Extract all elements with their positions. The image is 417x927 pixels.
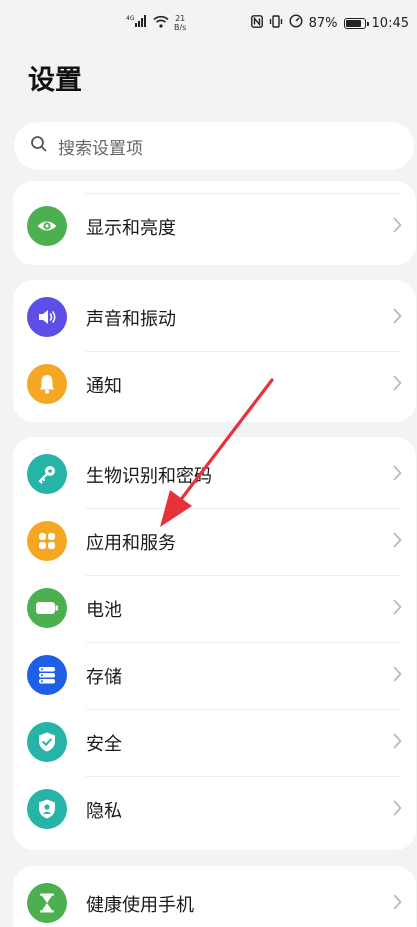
settings-screen: 4G 21 B/s 87% 10:45 设置 搜索设置项 显示和亮度 声音和振动…: [0, 0, 417, 927]
settings-item-label: 隐私: [86, 800, 122, 822]
settings-item-display-brightness[interactable]: 显示和亮度: [13, 193, 416, 260]
performance-gauge-icon: [289, 14, 303, 32]
settings-item-label: 声音和振动: [86, 308, 176, 330]
chevron-right-icon: [393, 666, 402, 686]
wifi-icon: [153, 15, 169, 32]
battery-percent: 87%: [308, 15, 338, 31]
search-icon: [30, 135, 48, 157]
battery-icon: [27, 588, 67, 628]
settings-item-sound-vibration[interactable]: 声音和振动: [13, 284, 416, 351]
settings-item-label: 安全: [86, 733, 122, 755]
status-right-group: 87% 10:45: [250, 14, 409, 32]
settings-item-biometrics-password[interactable]: 生物识别和密码: [13, 441, 416, 508]
settings-item-storage[interactable]: 存储: [13, 642, 416, 709]
settings-item-label: 通知: [86, 375, 122, 397]
settings-item-label: 健康使用手机: [86, 894, 194, 916]
chevron-right-icon: [393, 800, 402, 820]
search-input[interactable]: 搜索设置项: [14, 122, 414, 170]
speaker-icon: [27, 297, 67, 337]
settings-item-notifications[interactable]: 通知: [13, 351, 416, 418]
battery-icon: [343, 17, 369, 29]
chevron-right-icon: [393, 217, 402, 237]
cellular-signal-icon: 4G: [126, 14, 148, 32]
shield-check-icon: [27, 722, 67, 762]
clock: 10:45: [371, 15, 409, 31]
privacy-person-icon: [27, 789, 67, 829]
search-placeholder: 搜索设置项: [58, 138, 143, 159]
settings-item-label: 存储: [86, 666, 122, 688]
settings-item-label: 应用和服务: [86, 532, 176, 554]
chevron-right-icon: [393, 894, 402, 914]
settings-group-digital-balance: 健康使用手机: [13, 866, 416, 927]
settings-item-label: 显示和亮度: [86, 217, 176, 239]
hourglass-icon: [27, 883, 67, 923]
chevron-right-icon: [393, 308, 402, 328]
nfc-icon: [250, 14, 263, 32]
chevron-right-icon: [393, 532, 402, 552]
settings-item-privacy[interactable]: 隐私: [13, 776, 416, 843]
settings-item-security[interactable]: 安全: [13, 709, 416, 776]
page-title: 设置: [28, 65, 82, 96]
chevron-right-icon: [393, 375, 402, 395]
settings-group-display: 显示和亮度: [13, 181, 416, 265]
eye-icon: [27, 206, 67, 246]
network-speed: 21 B/s: [174, 14, 187, 32]
status-bar: 4G 21 B/s 87% 10:45: [0, 0, 417, 48]
vibrate-icon: [269, 14, 283, 32]
settings-item-label: 电池: [86, 599, 122, 621]
settings-group-system: 生物识别和密码 应用和服务 电池 存储 安全 隐私: [13, 437, 416, 850]
key-icon: [27, 454, 67, 494]
status-left-group: 4G 21 B/s: [126, 14, 186, 32]
settings-item-label: 生物识别和密码: [86, 465, 212, 487]
settings-item-apps-services[interactable]: 应用和服务: [13, 508, 416, 575]
settings-item-battery[interactable]: 电池: [13, 575, 416, 642]
apps-grid-icon: [27, 521, 67, 561]
chevron-right-icon: [393, 733, 402, 753]
bell-icon: [27, 364, 67, 404]
settings-item-healthy-phone-use[interactable]: 健康使用手机: [13, 870, 416, 927]
chevron-right-icon: [393, 465, 402, 485]
storage-icon: [27, 655, 67, 695]
settings-group-sound: 声音和振动 通知: [13, 280, 416, 422]
chevron-right-icon: [393, 599, 402, 619]
svg-text:4G: 4G: [126, 15, 135, 22]
